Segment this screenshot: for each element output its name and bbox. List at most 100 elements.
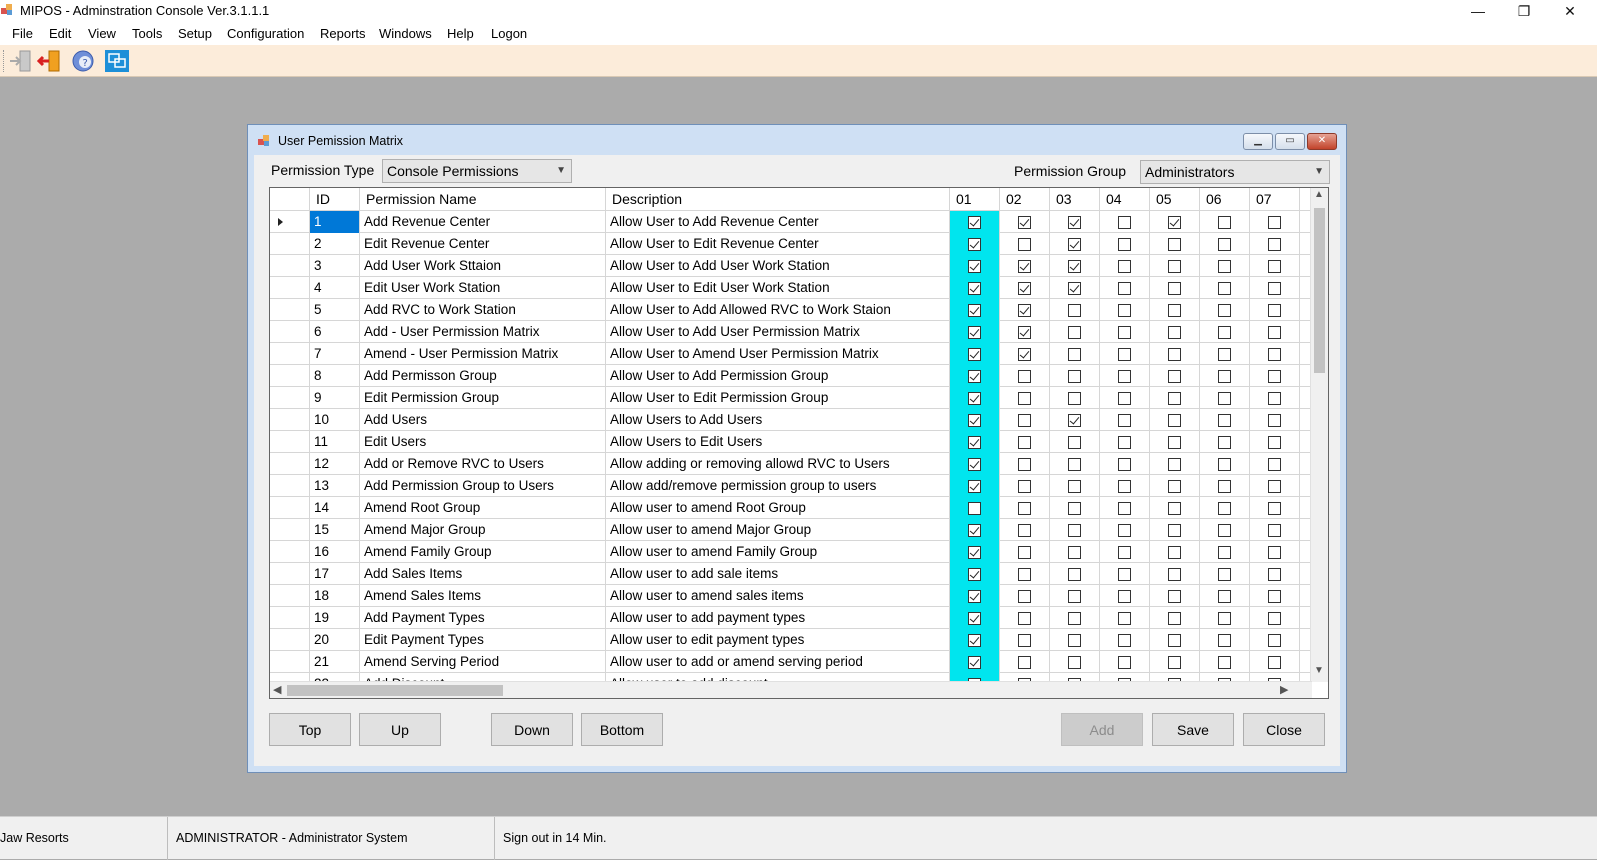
menu-edit[interactable]: Edit [49, 26, 71, 41]
permission-checkbox[interactable] [1068, 458, 1081, 471]
row-selector[interactable] [270, 255, 310, 277]
row-selector[interactable] [270, 497, 310, 519]
permission-checkbox[interactable] [1218, 480, 1231, 493]
permission-checkbox[interactable] [1118, 348, 1131, 361]
permission-checkbox[interactable] [1068, 304, 1081, 317]
permission-checkbox[interactable] [1218, 568, 1231, 581]
cell-description[interactable]: Allow Users to Add Users [606, 409, 950, 431]
permission-checkbox[interactable] [1068, 238, 1081, 251]
permission-checkbox[interactable] [1168, 436, 1181, 449]
dialog-close-button[interactable]: ✕ [1307, 133, 1337, 150]
cell-description[interactable]: Allow user to amend Root Group [606, 497, 950, 519]
permission-checkbox[interactable] [1018, 348, 1031, 361]
vertical-scroll-thumb[interactable] [1314, 208, 1325, 373]
header-07[interactable]: 07 [1250, 188, 1300, 211]
cell-id[interactable]: 11 [310, 431, 360, 453]
cell-description[interactable]: Allow User to Add Permission Group [606, 365, 950, 387]
permission-checkbox[interactable] [1118, 458, 1131, 471]
cell-permission-name[interactable]: Edit Payment Types [360, 629, 606, 651]
cell-description[interactable]: Allow user to amend sales items [606, 585, 950, 607]
cell-id[interactable]: 16 [310, 541, 360, 563]
table-row[interactable]: 16 Amend Family Group Allow user to amend … [270, 541, 1310, 563]
permission-checkbox[interactable] [1168, 260, 1181, 273]
permission-checkbox[interactable] [1018, 260, 1031, 273]
menu-file[interactable]: File [12, 26, 33, 41]
cell-permission-name[interactable]: Edit Users [360, 431, 606, 453]
permission-checkbox[interactable] [1118, 612, 1131, 625]
table-row[interactable]: 2 Edit Revenue Center Allow User to Edit R… [270, 233, 1310, 255]
permission-checkbox[interactable] [1118, 238, 1131, 251]
permission-checkbox[interactable] [1068, 282, 1081, 295]
menu-windows[interactable]: Windows [379, 26, 432, 41]
cell-description[interactable]: Allow User to Edit Permission Group [606, 387, 950, 409]
cell-description[interactable]: Allow adding or removing allowd RVC to U… [606, 453, 950, 475]
cell-id[interactable]: 4 [310, 277, 360, 299]
up-button[interactable]: Up [359, 713, 441, 746]
permission-checkbox[interactable] [1268, 612, 1281, 625]
permission-checkbox[interactable] [968, 502, 981, 515]
row-selector[interactable] [270, 607, 310, 629]
exit-door-icon[interactable] [8, 49, 34, 73]
permission-checkbox[interactable] [1118, 656, 1131, 669]
row-selector[interactable] [270, 409, 310, 431]
row-selector[interactable] [270, 365, 310, 387]
row-selector[interactable] [270, 453, 310, 475]
logout-icon[interactable] [37, 49, 63, 73]
permission-checkbox[interactable] [1268, 568, 1281, 581]
permission-checkbox[interactable] [1018, 458, 1031, 471]
permission-checkbox[interactable] [968, 238, 981, 251]
menu-help[interactable]: Help [447, 26, 474, 41]
permission-checkbox[interactable] [1018, 612, 1031, 625]
permission-checkbox[interactable] [1268, 326, 1281, 339]
menu-logon[interactable]: Logon [491, 26, 527, 41]
cell-permission-name[interactable]: Add Sales Items [360, 563, 606, 585]
cell-permission-name[interactable]: Add RVC to Work Station [360, 299, 606, 321]
permission-checkbox[interactable] [1268, 414, 1281, 427]
permission-checkbox[interactable] [1018, 502, 1031, 515]
permission-checkbox[interactable] [1068, 656, 1081, 669]
permission-checkbox[interactable] [1118, 568, 1131, 581]
permission-checkbox[interactable] [1068, 326, 1081, 339]
permission-checkbox[interactable] [1118, 546, 1131, 559]
table-row[interactable]: 1 Add Revenue Center Allow User to Add Rev… [270, 211, 1310, 233]
permission-checkbox[interactable] [1068, 216, 1081, 229]
cell-id[interactable]: 7 [310, 343, 360, 365]
permission-checkbox[interactable] [1268, 370, 1281, 383]
permission-checkbox[interactable] [968, 612, 981, 625]
permission-checkbox[interactable] [1218, 590, 1231, 603]
cell-id[interactable]: 2 [310, 233, 360, 255]
permission-checkbox[interactable] [1218, 414, 1231, 427]
permission-checkbox[interactable] [1118, 216, 1131, 229]
header-04[interactable]: 04 [1100, 188, 1150, 211]
table-row[interactable]: 12 Add or Remove RVC to Users Allow adding… [270, 453, 1310, 475]
permission-checkbox[interactable] [1218, 216, 1231, 229]
permission-checkbox[interactable] [1118, 392, 1131, 405]
permission-checkbox[interactable] [1118, 260, 1131, 273]
cell-permission-name[interactable]: Add Revenue Center [360, 211, 606, 233]
permission-checkbox[interactable] [1168, 502, 1181, 515]
permission-checkbox[interactable] [1218, 656, 1231, 669]
row-selector[interactable] [270, 343, 310, 365]
permission-type-select[interactable]: Console Permissions ▼ [382, 159, 572, 183]
cell-id[interactable]: 6 [310, 321, 360, 343]
permission-checkbox[interactable] [1018, 480, 1031, 493]
permission-checkbox[interactable] [1068, 524, 1081, 537]
permission-checkbox[interactable] [1068, 480, 1081, 493]
cell-description[interactable]: Allow User to Edit Revenue Center [606, 233, 950, 255]
cell-id[interactable]: 15 [310, 519, 360, 541]
cell-permission-name[interactable]: Amend Major Group [360, 519, 606, 541]
row-selector[interactable] [270, 541, 310, 563]
permission-checkbox[interactable] [1218, 436, 1231, 449]
table-row[interactable]: 13 Add Permission Group to Users Allow add… [270, 475, 1310, 497]
permission-checkbox[interactable] [1118, 524, 1131, 537]
cell-permission-name[interactable]: Add Permission Group to Users [360, 475, 606, 497]
menu-reports[interactable]: Reports [320, 26, 366, 41]
permission-checkbox[interactable] [1118, 282, 1131, 295]
table-row[interactable]: 8 Add Permisson Group Allow User to Add Pe… [270, 365, 1310, 387]
permission-checkbox[interactable] [1018, 282, 1031, 295]
cell-description[interactable]: Allow user to add payment types [606, 607, 950, 629]
menu-tools[interactable]: Tools [132, 26, 162, 41]
cell-description[interactable]: Allow user to add or amend serving perio… [606, 651, 950, 673]
down-button[interactable]: Down [491, 713, 573, 746]
permission-checkbox[interactable] [1218, 524, 1231, 537]
